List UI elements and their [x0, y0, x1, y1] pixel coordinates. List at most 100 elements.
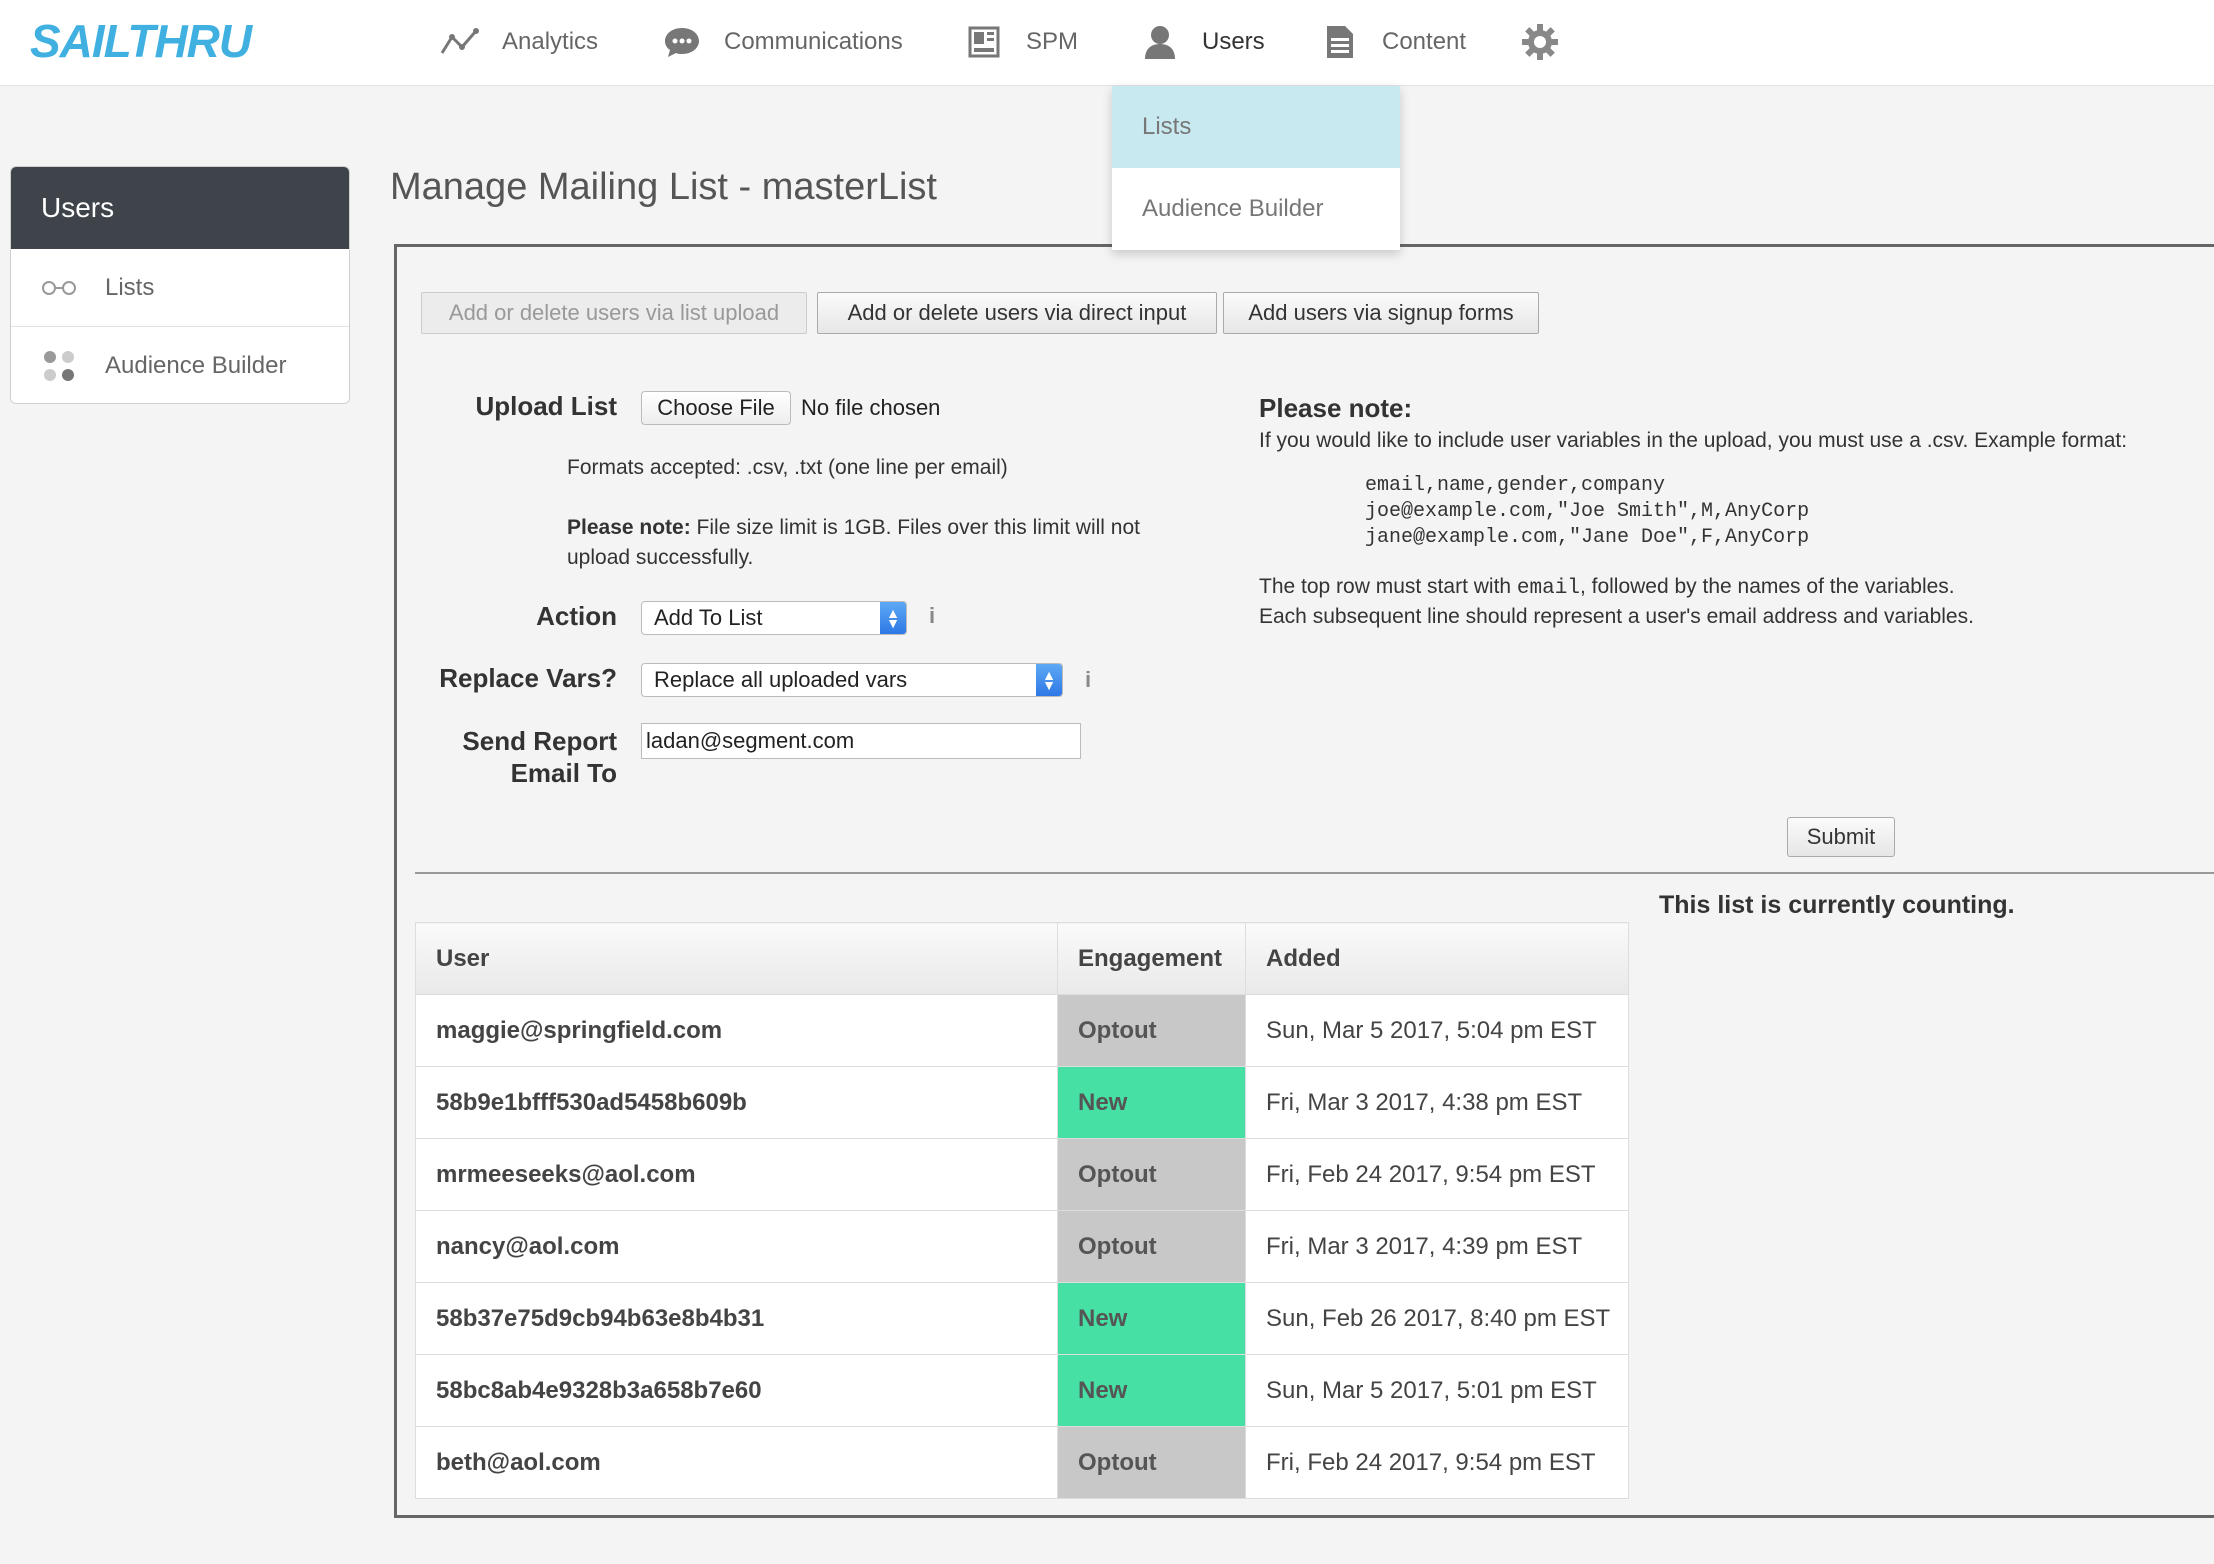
upload-list-label: Upload List — [475, 391, 617, 421]
replace-vars-info-icon[interactable]: i — [1085, 667, 1091, 693]
cell-user: 58bc8ab4e9328b3a658b7e60 — [415, 1354, 1058, 1427]
no-file-text: No file chosen — [801, 395, 941, 420]
report-email-field[interactable]: ladan@segment.com — [641, 723, 1081, 759]
nav-spm[interactable]: SPM — [964, 20, 1078, 64]
cell-user: nancy@aol.com — [415, 1210, 1058, 1283]
layout-icon — [964, 22, 1004, 62]
users-dropdown-menu: Lists Audience Builder — [1112, 86, 1400, 250]
file-size-note-text-2: upload successfully. — [567, 546, 754, 569]
sidebar-item-label: Lists — [105, 273, 155, 301]
top-nav-bar: SAILTHRU Analytics Communications SPM Us… — [0, 0, 2214, 86]
column-header-engagement[interactable]: Engagement — [1057, 922, 1246, 995]
table-row[interactable]: maggie@springfield.com Optout Sun, Mar 5… — [415, 994, 1629, 1067]
send-report-label-line1: Send Report — [462, 726, 617, 756]
column-header-user[interactable]: User — [415, 922, 1058, 995]
note-text-code: email — [1516, 577, 1580, 600]
send-report-label-line2: Email To — [510, 758, 617, 788]
table-row[interactable]: 58b37e75d9cb94b63e8b4b31 New Sun, Feb 26… — [415, 1282, 1629, 1355]
sidebar-item-audience-builder[interactable]: Audience Builder — [11, 327, 349, 403]
note-text-post: , followed by the names of the variables… — [1579, 575, 1955, 598]
cell-user: mrmeeseeks@aol.com — [415, 1138, 1058, 1211]
nav-label: Communications — [724, 28, 903, 55]
nav-users[interactable]: Users — [1140, 20, 1265, 64]
logo[interactable]: SAILTHRU — [30, 14, 252, 68]
user-icon — [1140, 22, 1180, 62]
table-row[interactable]: mrmeeseeks@aol.com Optout Fri, Feb 24 20… — [415, 1138, 1629, 1211]
nav-label: Users — [1202, 28, 1265, 55]
sidebar-item-label: Audience Builder — [105, 352, 287, 379]
csv-example-code: email,name,gender,company joe@example.co… — [1365, 474, 1810, 549]
analytics-icon — [440, 22, 480, 62]
page-title: Manage Mailing List - masterList — [390, 166, 937, 208]
cell-user: 58b37e75d9cb94b63e8b4b31 — [415, 1282, 1058, 1355]
users-table: User Engagement Added maggie@springfield… — [415, 922, 1629, 1499]
file-size-note-bold: Please note: — [567, 516, 691, 539]
action-select-value: Add To List — [654, 605, 763, 630]
glasses-icon — [41, 280, 77, 296]
main-panel: Add or delete users via list upload Add … — [394, 244, 2214, 1518]
dots-icon — [41, 349, 77, 383]
counting-status: This list is currently counting. — [1659, 891, 2015, 919]
choose-file-button[interactable]: Choose File — [641, 391, 791, 425]
replace-vars-select-value: Replace all uploaded vars — [654, 667, 908, 692]
action-select[interactable]: Add To List ▲ ▼ — [641, 601, 907, 635]
nav-label: Analytics — [502, 28, 599, 55]
document-icon — [1320, 22, 1360, 62]
table-row[interactable]: beth@aol.com Optout Fri, Feb 24 2017, 9:… — [415, 1426, 1629, 1499]
select-arrows-icon: ▲ ▼ — [1036, 664, 1062, 696]
cell-engagement: New — [1057, 1282, 1246, 1355]
nav-label: Content — [1382, 28, 1467, 55]
column-header-added[interactable]: Added — [1245, 922, 1629, 995]
file-size-note: Please note: File size limit is 1GB. Fil… — [567, 513, 1187, 573]
cell-engagement: Optout — [1057, 1426, 1246, 1499]
tab-direct-input[interactable]: Add or delete users via direct input — [817, 292, 1217, 334]
note-title: Please note: — [1259, 393, 1413, 423]
table-row[interactable]: 58b9e1bfff530ad5458b609b New Fri, Mar 3 … — [415, 1066, 1629, 1139]
cell-added: Fri, Feb 24 2017, 9:54 pm EST — [1245, 1138, 1629, 1211]
table-row[interactable]: nancy@aol.com Optout Fri, Mar 3 2017, 4:… — [415, 1210, 1629, 1283]
settings-button[interactable] — [1520, 20, 1582, 64]
action-info-icon[interactable]: i — [929, 603, 935, 629]
select-arrows-icon: ▲ ▼ — [880, 602, 906, 634]
table-row[interactable]: 58bc8ab4e9328b3a658b7e60 New Sun, Mar 5 … — [415, 1354, 1629, 1427]
sidebar-item-lists[interactable]: Lists — [11, 249, 349, 327]
cell-engagement: New — [1057, 1354, 1246, 1427]
dropdown-item-lists[interactable]: Lists — [1112, 86, 1400, 168]
cell-added: Sun, Feb 26 2017, 8:40 pm EST — [1245, 1282, 1629, 1355]
sidebar: Users Lists Audience Builder — [10, 166, 350, 404]
nav-label: SPM — [1026, 28, 1079, 55]
table-header-row: User Engagement Added — [415, 922, 1629, 995]
formats-accepted: Formats accepted: .csv, .txt (one line p… — [567, 456, 1008, 479]
submit-button[interactable]: Submit — [1787, 817, 1895, 857]
cell-engagement: New — [1057, 1066, 1246, 1139]
cell-added: Fri, Mar 3 2017, 4:39 pm EST — [1245, 1210, 1629, 1283]
chat-bubble-icon — [662, 22, 702, 62]
cell-engagement: Optout — [1057, 1210, 1246, 1283]
tab-list-upload[interactable]: Add or delete users via list upload — [421, 292, 807, 334]
cell-engagement: Optout — [1057, 1138, 1246, 1211]
cell-added: Fri, Feb 24 2017, 9:54 pm EST — [1245, 1426, 1629, 1499]
replace-vars-select[interactable]: Replace all uploaded vars ▲ ▼ — [641, 663, 1063, 697]
cell-user: 58b9e1bfff530ad5458b609b — [415, 1066, 1058, 1139]
cell-added: Fri, Mar 3 2017, 4:38 pm EST — [1245, 1066, 1629, 1139]
note-text: If you would like to include user variab… — [1259, 429, 2128, 452]
gear-icon — [1520, 22, 1560, 62]
divider — [415, 872, 2214, 874]
note-text-top-row: The top row must start with email, follo… — [1259, 575, 1955, 600]
file-size-note-text: File size limit is 1GB. Files over this … — [690, 516, 1140, 539]
send-report-label: Send Report Email To — [417, 725, 617, 789]
sidebar-title: Users — [11, 167, 349, 249]
action-label: Action — [536, 601, 617, 631]
nav-content[interactable]: Content — [1320, 20, 1466, 64]
cell-added: Sun, Mar 5 2017, 5:01 pm EST — [1245, 1354, 1629, 1427]
dropdown-item-audience-builder[interactable]: Audience Builder — [1112, 168, 1400, 250]
replace-vars-label: Replace Vars? — [439, 663, 617, 693]
note-text-pre: The top row must start with — [1259, 575, 1517, 598]
cell-user: maggie@springfield.com — [415, 994, 1058, 1067]
cell-user: beth@aol.com — [415, 1426, 1058, 1499]
nav-communications[interactable]: Communications — [662, 20, 903, 64]
nav-analytics[interactable]: Analytics — [440, 20, 598, 64]
cell-added: Sun, Mar 5 2017, 5:04 pm EST — [1245, 994, 1629, 1067]
tab-signup-forms[interactable]: Add users via signup forms — [1223, 292, 1539, 334]
note-text-subsequent: Each subsequent line should represent a … — [1259, 605, 1974, 628]
